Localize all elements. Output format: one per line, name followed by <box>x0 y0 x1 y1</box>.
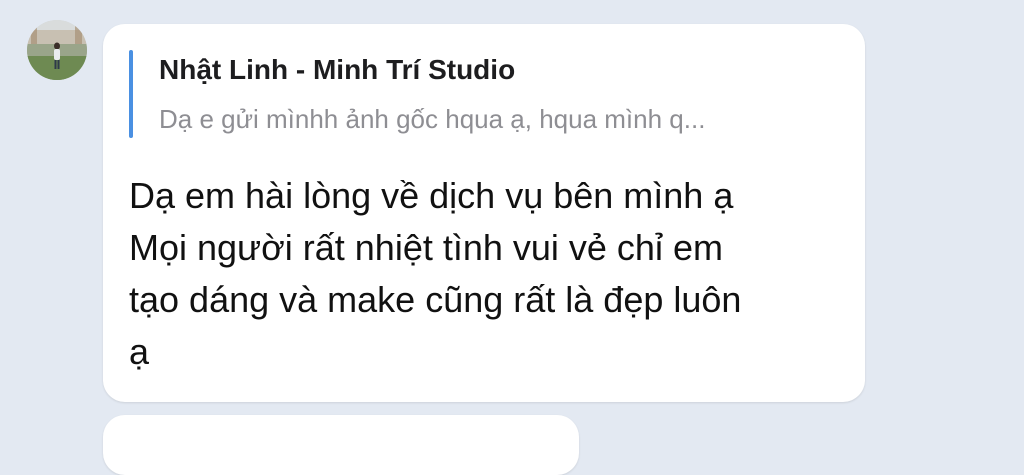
reply-accent-bar <box>129 50 133 138</box>
message-line: Mọi người rất nhiệt tình vui vẻ chỉ em <box>129 227 723 268</box>
message-bubble[interactable]: Nhật Linh - Minh Trí Studio Dạ e gửi mìn… <box>103 24 865 402</box>
avatar-photo <box>27 20 87 80</box>
reply-quoted-text: Dạ e gửi mìnhh ảnh gốc hqua ạ, hqua mình… <box>159 104 706 134</box>
message-line: Dạ em hài lòng về dịch vụ bên mình ạ <box>129 175 734 216</box>
sender-avatar[interactable] <box>27 20 87 80</box>
next-message-bubble[interactable] <box>103 415 579 475</box>
message-line: tạo dáng và make cũng rất là đẹp luôn <box>129 279 742 320</box>
message-line: ạ <box>129 331 150 372</box>
message-text: Dạ em hài lòng về dịch vụ bên mình ạ Mọi… <box>129 170 839 378</box>
reply-quote[interactable]: Nhật Linh - Minh Trí Studio Dạ e gửi mìn… <box>129 50 841 138</box>
reply-quoted-author: Nhật Linh - Minh Trí Studio <box>159 54 516 85</box>
